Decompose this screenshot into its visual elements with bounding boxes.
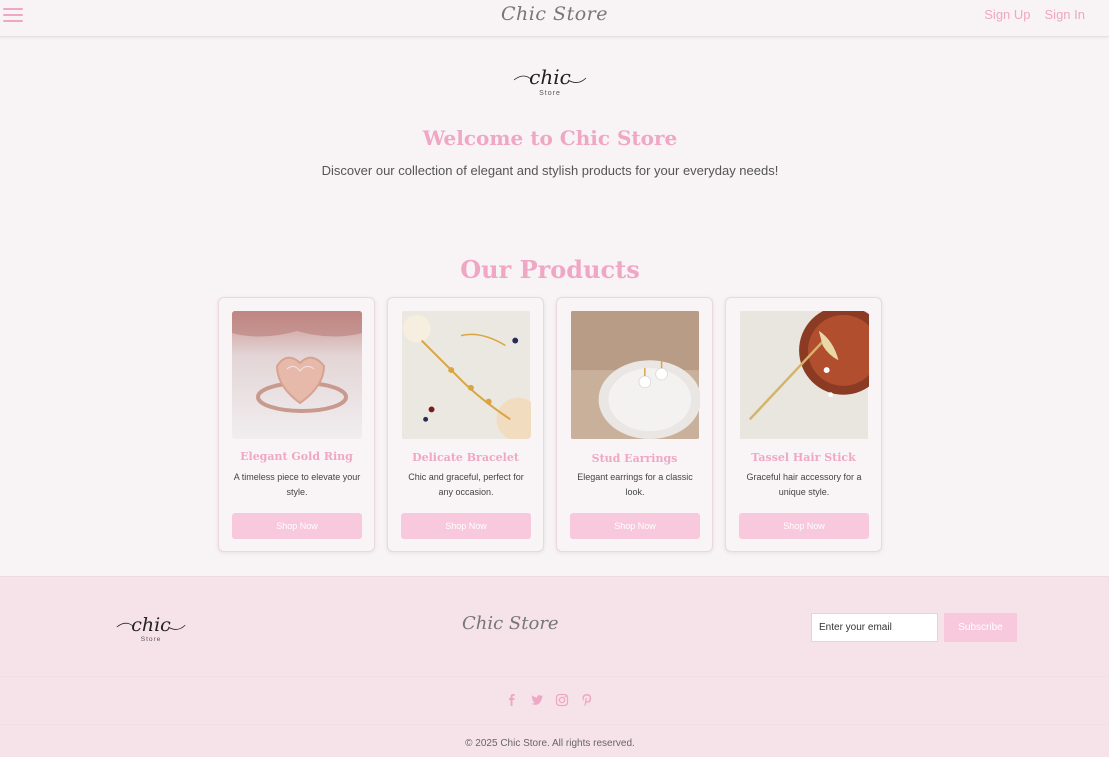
- signin-link[interactable]: Sign In: [1045, 7, 1085, 22]
- product-card: Elegant Gold Ring A timeless piece to el…: [218, 297, 375, 552]
- footer-divider: [0, 676, 1109, 677]
- product-grid: Elegant Gold Ring A timeless piece to el…: [218, 297, 882, 552]
- product-name: Stud Earrings: [591, 452, 678, 465]
- signup-link[interactable]: Sign Up: [984, 7, 1030, 22]
- footer-brand: Chic Store: [462, 613, 559, 634]
- product-description: Elegant earrings for a classic look.: [577, 472, 693, 497]
- earrings-image: [571, 311, 700, 439]
- product-card: Delicate Bracelet Chic and graceful, per…: [387, 297, 544, 552]
- copyright-text: © 2025 Chic Store. All rights reserved.: [465, 738, 635, 749]
- hero-subtitle: Discover our collection of elegant and s…: [321, 163, 779, 178]
- nav-links: Sign Up Sign In: [984, 7, 1085, 22]
- social-links: [505, 693, 594, 707]
- facebook-icon[interactable]: [505, 693, 519, 707]
- footer-divider: [0, 724, 1109, 725]
- hair-stick-image: [740, 311, 869, 439]
- svg-text:chic: chic: [131, 614, 171, 636]
- shop-now-button[interactable]: Shop Now: [401, 513, 531, 539]
- nav-brand[interactable]: Chic Store: [0, 3, 1109, 25]
- product-name: Elegant Gold Ring: [240, 450, 353, 463]
- hero-title: Welcome to Chic Store: [422, 126, 678, 150]
- top-navbar: Chic Store Sign Up Sign In: [0, 0, 1109, 37]
- product-description: Chic and graceful, perfect for any occas…: [408, 472, 524, 497]
- shop-now-button[interactable]: Shop Now: [232, 513, 362, 539]
- shop-now-button[interactable]: Shop Now: [570, 513, 700, 539]
- pinterest-icon[interactable]: [580, 693, 594, 707]
- bracelet-image: [402, 311, 531, 439]
- shop-now-button[interactable]: Shop Now: [739, 513, 869, 539]
- footer: chic Store Chic Store Subscribe © 2025 C…: [0, 576, 1109, 757]
- product-card: Stud Earrings Elegant earrings for a cla…: [556, 297, 713, 552]
- instagram-icon[interactable]: [555, 693, 569, 707]
- email-input[interactable]: [811, 613, 938, 642]
- product-description: A timeless piece to elevate your style.: [233, 472, 361, 497]
- svg-text:Store: Store: [141, 636, 162, 643]
- product-name: Tassel Hair Stick: [751, 451, 856, 464]
- footer-logo: chic Store: [116, 614, 186, 643]
- products-title: Our Products: [460, 255, 640, 284]
- logo-sub: Store: [539, 90, 561, 97]
- subscribe-button[interactable]: Subscribe: [944, 613, 1017, 642]
- product-name: Delicate Bracelet: [412, 451, 519, 464]
- twitter-icon[interactable]: [530, 693, 544, 707]
- product-description: Graceful hair accessory for a unique sty…: [746, 472, 862, 497]
- chic-store-logo: chic Store: [513, 65, 587, 97]
- logo-word: chic: [529, 65, 571, 89]
- ring-image: [232, 311, 362, 439]
- product-card: Tassel Hair Stick Graceful hair accessor…: [725, 297, 882, 552]
